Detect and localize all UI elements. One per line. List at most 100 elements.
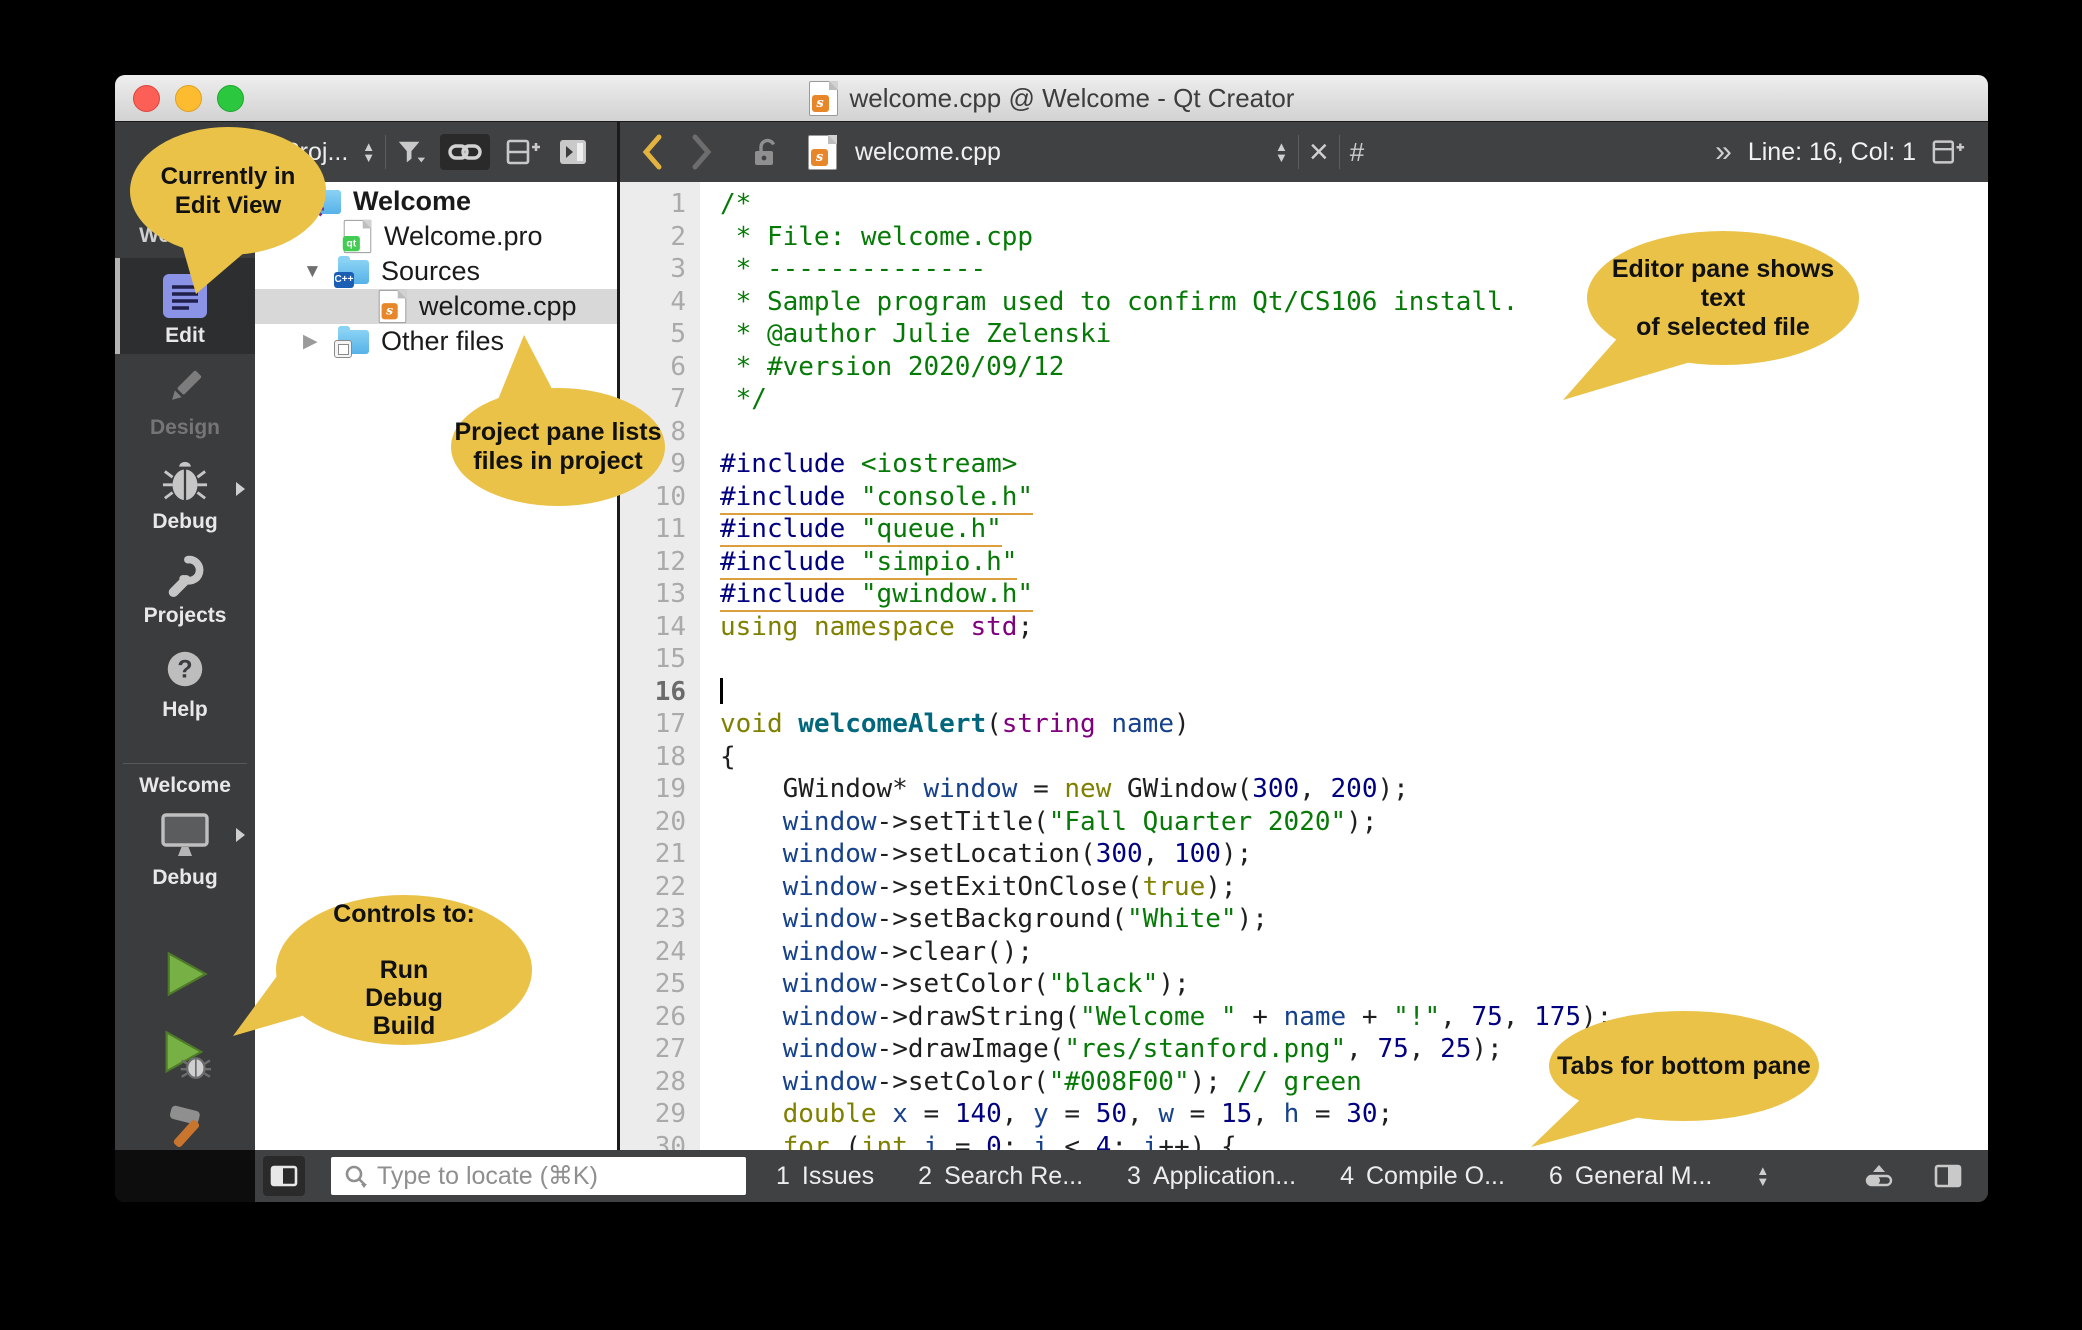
- sidebar-item-design[interactable]: Design: [115, 364, 255, 440]
- code-line[interactable]: [720, 416, 1988, 449]
- tree-row-sources[interactable]: ▼ C++ Sources: [255, 254, 617, 289]
- code-line[interactable]: #include "simpio.h": [720, 546, 1988, 579]
- code-line[interactable]: window->setColor("black");: [720, 968, 1988, 1001]
- code-line[interactable]: [720, 676, 1988, 709]
- code-line[interactable]: * #version 2020/09/12: [720, 351, 1988, 384]
- edit-icon: [163, 274, 207, 318]
- sidebar-item-debug[interactable]: Debug: [115, 458, 255, 534]
- split-button[interactable]: [506, 137, 542, 167]
- code-line[interactable]: void welcomeAlert(string name): [720, 708, 1988, 741]
- build-button[interactable]: [115, 1102, 255, 1152]
- sort-spinner-icon[interactable]: ▲▼: [1756, 1165, 1769, 1187]
- tree-label: Other files: [381, 326, 504, 357]
- sidebar-item-edit[interactable]: Edit: [115, 258, 255, 354]
- help-icon: ?: [162, 646, 208, 692]
- bottom-bar-left-gap: [115, 1150, 255, 1202]
- back-button[interactable]: [640, 134, 664, 170]
- code-line[interactable]: #include "queue.h": [720, 513, 1988, 546]
- search-placeholder: Type to locate (⌘K): [377, 1161, 598, 1191]
- pencil-icon: [162, 364, 208, 410]
- tab-compile-output[interactable]: 4Compile O...: [1340, 1162, 1505, 1191]
- back-icon: [640, 134, 664, 170]
- search-icon: [343, 1164, 369, 1188]
- sidebar-item-projects[interactable]: Projects: [115, 552, 255, 628]
- line-number: 15: [620, 643, 700, 676]
- maximize-pane-icon: [1864, 1163, 1894, 1189]
- text-cursor: [720, 678, 723, 704]
- sidebar-separator: [123, 763, 247, 764]
- code-line[interactable]: [720, 643, 1988, 676]
- line-number: 2: [620, 221, 700, 254]
- line-number: 19: [620, 773, 700, 806]
- search-input[interactable]: Type to locate (⌘K): [331, 1157, 746, 1195]
- code-line[interactable]: window->clear();: [720, 936, 1988, 969]
- open-file-dropdown[interactable]: welcome.cpp: [855, 138, 1275, 167]
- sidebar-toggle-button[interactable]: [263, 1156, 305, 1196]
- flyout-arrow-icon[interactable]: [236, 482, 245, 496]
- bug-icon: [162, 458, 208, 504]
- run-button[interactable]: [115, 948, 255, 1000]
- sort-spinner-icon[interactable]: ▲▼: [1275, 141, 1288, 163]
- code-line[interactable]: window->setTitle("Fall Quarter 2020");: [720, 806, 1988, 839]
- callout-controls: Controls to: Run Debug Build: [276, 895, 532, 1045]
- tree-row-welcome-cpp[interactable]: s welcome.cpp: [255, 289, 617, 324]
- code-line[interactable]: double x = 140, y = 50, w = 15, h = 30;: [720, 1098, 1988, 1131]
- flyout-arrow-icon[interactable]: [236, 828, 245, 842]
- symbol-hash-button[interactable]: #: [1350, 137, 1364, 168]
- cpp-folder-icon: C++: [338, 260, 369, 284]
- callout-project-pane: Project pane lists files in project: [451, 388, 665, 506]
- tab-application-output[interactable]: 3Application...: [1127, 1162, 1296, 1191]
- link-with-editor-button[interactable]: [440, 134, 490, 170]
- filter-icon: [396, 138, 426, 166]
- right-panel-toggle-button[interactable]: [1934, 1164, 1962, 1188]
- window-title: welcome.cpp @ Welcome - Qt Creator: [850, 83, 1295, 114]
- sidebar-item-help[interactable]: ? Help: [115, 646, 255, 722]
- tab-search-results[interactable]: 2Search Re...: [918, 1162, 1083, 1191]
- line-number: 26: [620, 1001, 700, 1034]
- tree-row-other-files[interactable]: ▶ Other files: [255, 324, 617, 359]
- code-line[interactable]: window->setExitOnClose(true);: [720, 871, 1988, 904]
- code-line[interactable]: {: [720, 741, 1988, 774]
- code-line[interactable]: */: [720, 383, 1988, 416]
- code-line[interactable]: for (int i = 0; i < 4; i++) {: [720, 1131, 1988, 1151]
- toolbar-divider: [1298, 135, 1299, 169]
- line-number: 24: [620, 936, 700, 969]
- close-document-button[interactable]: ×: [1309, 137, 1329, 167]
- sort-spinner-icon[interactable]: ▲▼: [362, 141, 375, 163]
- code-line[interactable]: window->drawString("Welcome " + name + "…: [720, 1001, 1988, 1034]
- tab-issues[interactable]: 1Issues: [776, 1162, 874, 1191]
- code-line[interactable]: using namespace std;: [720, 611, 1988, 644]
- close-pane-button[interactable]: [558, 137, 590, 167]
- qt-pro-file-icon: qt: [344, 220, 372, 253]
- title-center: s welcome.cpp @ Welcome - Qt Creator: [115, 81, 1988, 116]
- split-editor-button[interactable]: [1932, 137, 1966, 167]
- line-number: 23: [620, 903, 700, 936]
- bottom-bar: Type to locate (⌘K) 1Issues 2Search Re..…: [115, 1150, 1988, 1202]
- unlock-icon: [748, 135, 782, 169]
- tab-general-messages[interactable]: 6General M...: [1549, 1162, 1712, 1191]
- lock-toggle-button[interactable]: [748, 135, 782, 169]
- line-number: 12: [620, 546, 700, 579]
- line-number: 16: [620, 676, 700, 709]
- callout-editor-pane: Editor pane shows text of selected file: [1587, 231, 1859, 365]
- line-number: 3: [620, 253, 700, 286]
- overflow-chevrons[interactable]: »: [1715, 135, 1732, 169]
- code-line[interactable]: #include "console.h": [720, 481, 1988, 514]
- link-icon: [448, 140, 482, 164]
- forward-button[interactable]: [690, 134, 714, 170]
- code-line[interactable]: window->setLocation(300, 100);: [720, 838, 1988, 871]
- code-line[interactable]: window->setBackground("White");: [720, 903, 1988, 936]
- code-line[interactable]: GWindow* window = new GWindow(300, 200);: [720, 773, 1988, 806]
- code-line[interactable]: /*: [720, 188, 1988, 221]
- line-number: 6: [620, 351, 700, 384]
- filter-button[interactable]: [396, 138, 426, 166]
- code-line[interactable]: #include "gwindow.h": [720, 578, 1988, 611]
- callout-tabs: Tabs for bottom pane: [1549, 1011, 1819, 1121]
- line-number: 20: [620, 806, 700, 839]
- code-line[interactable]: #include <iostream>: [720, 448, 1988, 481]
- toolbar-divider: [1339, 135, 1340, 169]
- maximize-pane-button[interactable]: [1864, 1163, 1894, 1189]
- tree-label: Sources: [381, 256, 480, 287]
- kit-selector[interactable]: Debug: [115, 812, 255, 890]
- debug-run-button[interactable]: [115, 1028, 255, 1080]
